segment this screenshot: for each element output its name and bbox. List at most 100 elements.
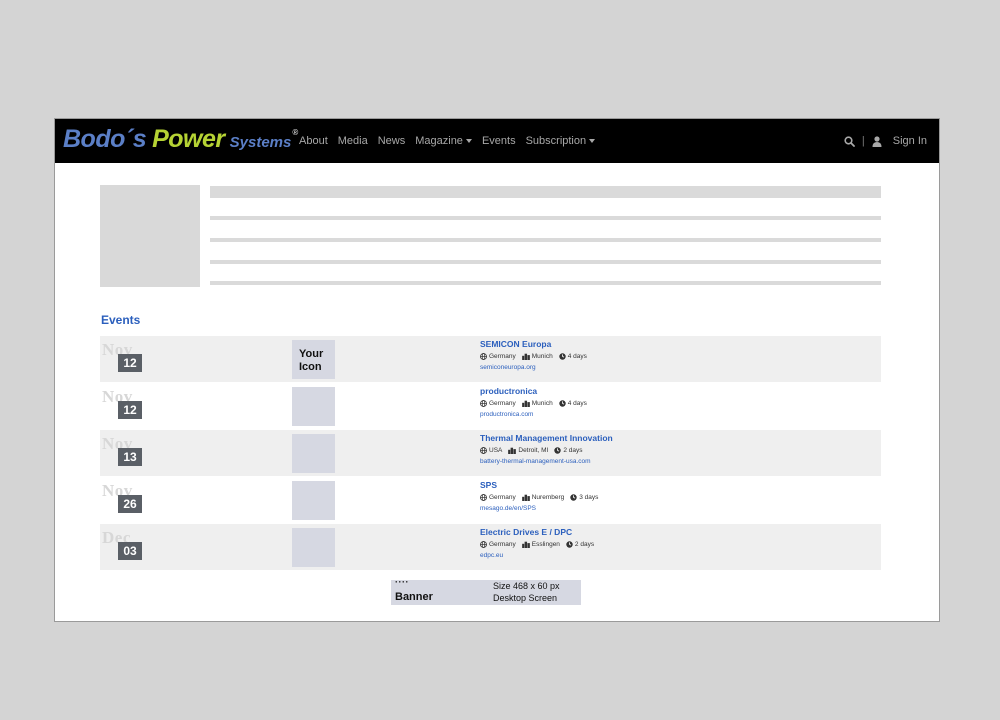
city-icon <box>508 447 517 454</box>
event-day-badge: 12 <box>118 354 142 372</box>
event-icon-placeholder <box>292 434 335 473</box>
event-row[interactable]: Nov 12 productronica Germany Munich 4 days pro… <box>100 383 881 430</box>
banner-screen: Desktop Screen <box>493 593 558 603</box>
globe-icon <box>480 447 487 454</box>
clock-icon <box>570 494 577 501</box>
skeleton-text-line <box>210 238 881 242</box>
event-title-link[interactable]: Electric Drives E / DPC <box>480 527 597 537</box>
clock-icon <box>554 447 562 454</box>
logo-registered-mark: ® <box>292 128 299 137</box>
nav-item-label: Events <box>481 135 516 147</box>
event-meta: Germany Munich 4 days <box>480 400 590 407</box>
event-city: Detroit, MI <box>518 447 549 454</box>
event-meta: USA Detroit, MI 2 days <box>480 447 613 454</box>
event-city: Munich <box>531 400 553 407</box>
logo-text-bodos: Bodo´s <box>63 125 147 153</box>
event-meta: Germany Munich 4 days <box>480 353 590 360</box>
nav-item-label: Media <box>337 135 368 147</box>
nav-item-about[interactable]: About <box>299 135 328 147</box>
event-duration: 2 days <box>563 447 583 454</box>
clock-icon <box>558 400 566 407</box>
event-day-badge: 03 <box>118 542 142 560</box>
event-url-link[interactable]: mesago.de/en/SPS <box>480 505 601 512</box>
event-info: SPS Germany Nuremberg 3 days mesago.de/en/SP… <box>480 480 601 512</box>
nav-item-events[interactable]: Events <box>482 135 516 147</box>
event-meta: Germany Esslingen 2 days <box>480 541 597 548</box>
logo-text-power: Power <box>152 125 225 153</box>
clock-icon <box>558 353 566 360</box>
globe-icon <box>480 494 487 501</box>
event-url-link[interactable]: semiconeuropa.org <box>480 364 590 371</box>
user-icon[interactable] <box>872 135 882 147</box>
search-icon[interactable] <box>844 135 855 147</box>
event-title-link[interactable]: SPS <box>480 480 601 490</box>
event-city: Nuremberg <box>531 494 565 501</box>
caret-down-icon <box>589 139 596 143</box>
event-info: Electric Drives E / DPC Germany Esslingen 2… <box>480 527 597 559</box>
globe-icon <box>480 541 487 548</box>
nav-item-label: News <box>377 135 406 147</box>
city-icon <box>521 541 530 548</box>
event-country: Germany <box>489 400 516 407</box>
skeleton-title-line <box>210 186 881 198</box>
globe-icon <box>480 400 487 407</box>
nav-item-subscription[interactable]: Subscription <box>526 135 596 147</box>
caret-down-icon <box>465 139 472 143</box>
nav-separator: | <box>861 135 865 147</box>
event-url-link[interactable]: productronica.com <box>480 411 590 418</box>
event-url-link[interactable]: edpc.eu <box>480 552 597 559</box>
event-duration: 4 days <box>567 353 587 360</box>
banner-placeholder[interactable]: ···· Banner Size 468 x 60 px Desktop Scr… <box>391 577 581 605</box>
event-row[interactable]: Nov 12 Your Icon SEMICON Europa Germany Munic… <box>100 336 881 383</box>
event-icon-placeholder <box>292 387 335 426</box>
event-duration: 2 days <box>574 541 595 548</box>
event-row[interactable]: Nov 26 SPS Germany Nuremberg 3 days mesago.de/… <box>100 477 881 524</box>
navbar: Bodo´s Power Systems ® About Media News Mag… <box>55 119 939 163</box>
skeleton-text-line <box>210 281 881 285</box>
nav-item-label: About <box>299 135 328 147</box>
event-meta: Germany Nuremberg 3 days <box>480 494 601 501</box>
event-duration: 4 days <box>567 400 587 407</box>
sign-in-link[interactable]: Sign In <box>893 135 927 147</box>
site-frame: Bodo´s Power Systems ® About Media News Mag… <box>54 118 940 622</box>
event-title-link[interactable]: SEMICON Europa <box>480 339 590 349</box>
banner-dots: ···· <box>395 577 409 587</box>
event-info: productronica Germany Munich 4 days productr… <box>480 386 590 418</box>
event-city: Esslingen <box>531 541 560 548</box>
event-country: Germany <box>489 494 516 501</box>
nav-item-magazine[interactable]: Magazine <box>415 135 472 147</box>
skeleton-text-line <box>210 260 881 264</box>
event-icon-label: Your Icon <box>299 348 324 373</box>
clock-icon <box>566 541 573 548</box>
event-title-link[interactable]: Thermal Management Innovation <box>480 433 613 443</box>
nav-item-media[interactable]: Media <box>338 135 368 147</box>
event-info: Thermal Management Innovation USA Detroit,… <box>480 433 613 465</box>
city-icon <box>521 353 530 360</box>
event-day-badge: 12 <box>118 401 142 419</box>
events-list: Nov 12 Your Icon SEMICON Europa Germany Munic… <box>100 336 881 571</box>
event-info: SEMICON Europa Germany Munich 4 days semicon… <box>480 339 590 371</box>
event-day-badge: 13 <box>118 448 142 466</box>
event-icon-placeholder: Your Icon <box>292 340 335 379</box>
event-country: Germany <box>489 541 516 548</box>
event-icon-placeholder <box>292 481 335 520</box>
city-icon <box>521 494 530 501</box>
nav-item-news[interactable]: News <box>378 135 406 147</box>
events-heading[interactable]: Events <box>101 313 140 327</box>
main-nav: About Media News Magazine Events Subscription <box>299 119 596 163</box>
nav-item-label: Magazine <box>415 135 463 147</box>
event-title-link[interactable]: productronica <box>480 386 590 396</box>
skeleton-text-line <box>210 216 881 220</box>
logo-text-systems: Systems <box>229 134 292 151</box>
event-icon-placeholder <box>292 528 335 567</box>
skeleton-thumbnail <box>100 185 200 287</box>
event-row[interactable]: Nov 13 Thermal Management Innovation USA Det… <box>100 430 881 477</box>
event-row[interactable]: Dec 03 Electric Drives E / DPC Germany Essli… <box>100 524 881 571</box>
event-city: Munich <box>531 353 553 360</box>
nav-right: | Sign In <box>844 119 927 163</box>
nav-item-label: Subscription <box>525 135 587 147</box>
event-url-link[interactable]: battery-thermal-management-usa.com <box>480 458 613 465</box>
globe-icon <box>480 353 487 360</box>
site-logo[interactable]: Bodo´s Power Systems ® <box>63 125 298 157</box>
event-duration: 3 days <box>579 494 599 501</box>
